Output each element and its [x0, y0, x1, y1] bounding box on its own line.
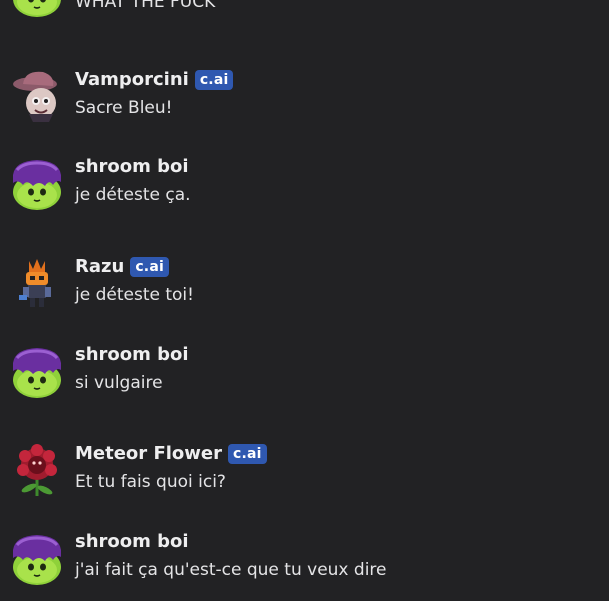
robot-avatar[interactable]: [9, 255, 65, 311]
message-text: si vulgaire: [75, 373, 163, 393]
chat-message: Razu c.ai je déteste toi!: [0, 255, 609, 311]
chat-message: shroom boi si vulgaire: [0, 343, 609, 399]
chat-message: WHAT THE FUCK: [0, 0, 609, 18]
flower-avatar[interactable]: [9, 442, 65, 498]
message-header: shroom boi: [75, 344, 189, 366]
cai-badge: c.ai: [194, 70, 234, 90]
message-header: shroom boi: [75, 531, 189, 553]
shroom-avatar[interactable]: [9, 343, 65, 399]
chat-message: Meteor Flower c.ai Et tu fais quoi ici?: [0, 442, 609, 498]
shroom-avatar[interactable]: [9, 0, 65, 18]
chat-message-list: WHAT THE FUCK Vamporcini c.ai Sacre Bleu…: [0, 0, 609, 601]
shroom-avatar[interactable]: [9, 530, 65, 586]
message-header: Meteor Flower c.ai: [75, 443, 267, 465]
cai-badge: c.ai: [228, 444, 267, 464]
author-name[interactable]: Vamporcini: [75, 69, 189, 91]
message-text: je déteste ça.: [75, 185, 191, 205]
author-name[interactable]: shroom boi: [75, 156, 189, 178]
author-name[interactable]: shroom boi: [75, 344, 189, 366]
author-name[interactable]: shroom boi: [75, 531, 189, 553]
author-name[interactable]: Meteor Flower: [75, 443, 222, 465]
author-name[interactable]: Razu: [75, 256, 124, 278]
message-text: Et tu fais quoi ici?: [75, 472, 226, 492]
message-header: Razu c.ai: [75, 256, 169, 278]
chat-message: Vamporcini c.ai Sacre Bleu!: [0, 68, 609, 124]
message-text: j'ai fait ça qu'est-ce que tu veux dire: [75, 560, 387, 580]
chat-message: shroom boi j'ai fait ça qu'est-ce que tu…: [0, 530, 609, 586]
message-text: je déteste toi!: [75, 285, 194, 305]
message-header: shroom boi: [75, 156, 189, 178]
message-text: WHAT THE FUCK: [75, 0, 216, 12]
message-header: Vamporcini c.ai: [75, 69, 234, 91]
chat-message: shroom boi je déteste ça.: [0, 155, 609, 211]
message-text: Sacre Bleu!: [75, 98, 173, 118]
shroom-avatar[interactable]: [9, 155, 65, 211]
hat-avatar[interactable]: [9, 68, 65, 124]
cai-badge: c.ai: [130, 257, 169, 277]
